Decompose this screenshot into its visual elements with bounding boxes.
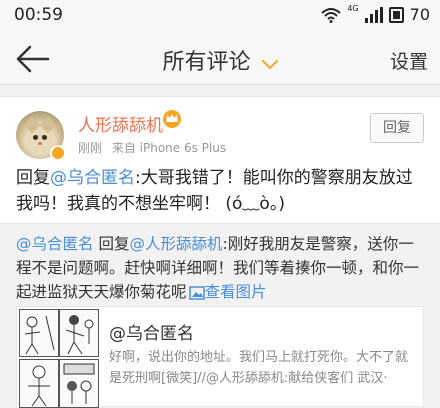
shared-post-card[interactable]: @乌合匿名 好啊，说出你的地址。我们马上就打死你。大不了就是死刑啊[微笑]//@… — [16, 306, 424, 408]
signal-icon — [364, 6, 383, 23]
reply-button[interactable]: 回复 — [370, 113, 424, 143]
chevron-down-icon[interactable] — [261, 59, 278, 70]
nav-bar: 所有评论 设置 — [0, 34, 440, 85]
back-button[interactable] — [14, 42, 54, 76]
verified-badge-icon — [50, 145, 66, 161]
back-arrow-icon — [16, 45, 50, 73]
quote-mention-1[interactable]: @乌合匿名 — [16, 235, 94, 253]
post-thumbnail — [17, 307, 99, 408]
comment-mention[interactable]: @乌合匿名 — [50, 168, 135, 188]
comment-username[interactable]: 人形舔舔机 — [78, 111, 163, 136]
vip-crown-icon — [163, 110, 181, 128]
comment-card: 人形舔舔机 刚刚 来自 iPhone 6s Plus 回复 回复@乌合匿名:大哥… — [0, 96, 440, 224]
nav-title-group: 所有评论 — [0, 44, 440, 76]
shared-post-description: 好啊，说出你的地址。我们马上就打死你。大不了就是死刑啊[微笑]//@人形舔舔机:… — [109, 350, 409, 386]
shared-post-title: @乌合匿名 — [109, 324, 194, 344]
status-bar: 00:59 4G 70 — [0, 0, 440, 34]
quoted-reply-body: @乌合匿名 回复@人形舔舔机:刚好我朋友是警察，送你一程不是问题啊。赶快啊详细啊… — [16, 232, 428, 304]
quote-prefix: 回复 — [93, 235, 130, 253]
comment-body: 回复@乌合匿名:大哥我错了！能叫你的警察朋友放过我吗！我真的不想坐牢啊！ (ó﹏… — [16, 165, 426, 217]
battery-level: 70 — [409, 5, 430, 24]
image-icon[interactable] — [188, 285, 205, 300]
comment-time: 刚刚 — [78, 141, 103, 155]
status-time: 00:59 — [14, 5, 63, 25]
quote-mention-2[interactable]: @人形舔舔机 — [129, 235, 222, 253]
status-icons: 4G 70 — [321, 4, 430, 24]
quoted-reply: @乌合匿名 回复@人形舔舔机:刚好我朋友是警察，送你一程不是问题啊。赶快啊详细啊… — [0, 224, 440, 408]
comment-meta: 刚刚 来自 iPhone 6s Plus — [78, 139, 232, 156]
network-type: 4G — [347, 4, 359, 13]
view-image-link[interactable]: 查看图片 — [205, 283, 267, 301]
page-title[interactable]: 所有评论 — [162, 50, 250, 75]
comment-source: 来自 iPhone 6s Plus — [111, 141, 227, 155]
comment-prefix: 回复 — [16, 168, 50, 188]
settings-button[interactable]: 设置 — [390, 47, 428, 74]
wifi-icon — [321, 7, 342, 23]
battery-icon — [388, 6, 404, 23]
